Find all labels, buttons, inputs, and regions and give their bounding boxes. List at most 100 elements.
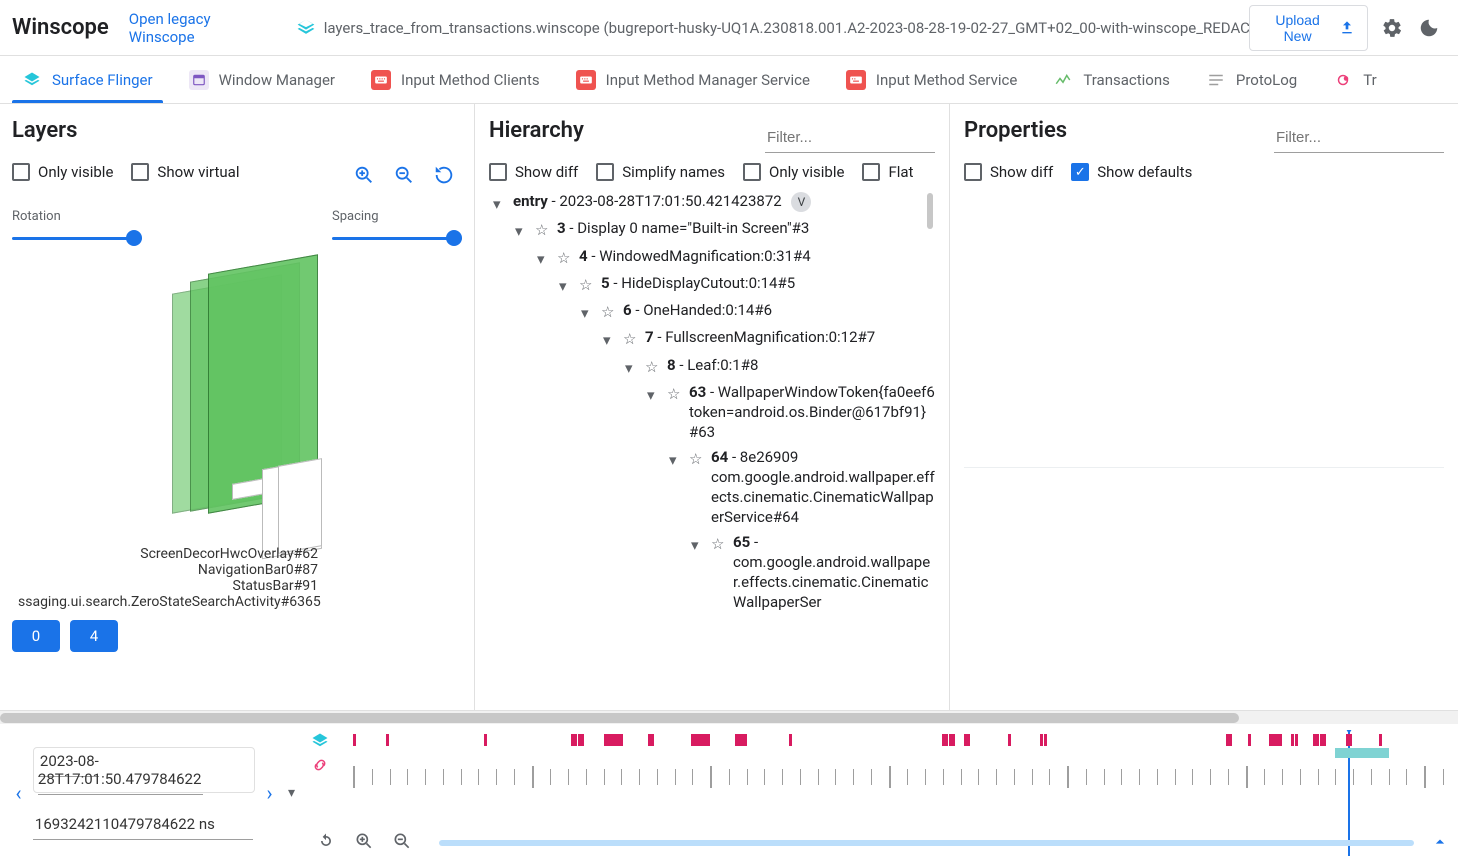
keyboard-icon <box>576 70 596 90</box>
expander-icon[interactable]: ▾ <box>691 535 705 555</box>
notes-icon <box>1206 70 1226 90</box>
window-icon <box>189 70 209 90</box>
tree-node[interactable]: ▾ ☆ 8 - Leaf:0:1#8 <box>625 355 935 378</box>
layer-overlay-labels: ScreenDecorHwcOverlay#62 NavigationBar0#… <box>18 546 318 610</box>
tree-node[interactable]: ▾ ☆ 3 - Display 0 name="Built-in Screen"… <box>515 218 935 241</box>
timestamp-ns-field[interactable]: 1693242110479784622 ns <box>33 809 253 840</box>
hierarchy-heading: Hierarchy <box>489 118 584 143</box>
only-visible-checkbox[interactable]: Only visible <box>12 163 113 181</box>
expander-icon[interactable]: ▾ <box>647 385 661 405</box>
dark-mode-icon[interactable] <box>1412 10 1446 46</box>
next-frame-button[interactable]: › <box>261 781 278 805</box>
star-icon[interactable]: ☆ <box>579 275 595 295</box>
upload-icon <box>1339 20 1355 36</box>
tab-window-manager[interactable]: Window Manager <box>171 56 353 103</box>
app-header: Winscope Open legacy Winscope layers_tra… <box>0 0 1458 56</box>
tab-protolog[interactable]: ProtoLog <box>1188 56 1315 103</box>
hierarchy-show-diff-checkbox[interactable]: Show diff <box>489 163 578 181</box>
timeline-panel: ‹ 2023-08-28T17:01:50.479784622 16932421… <box>0 724 1458 860</box>
settings-icon[interactable] <box>1374 10 1410 46</box>
zoom-in-icon[interactable] <box>349 826 379 856</box>
layers-3d-view[interactable]: ScreenDecorHwcOverlay#62 NavigationBar0#… <box>12 254 462 614</box>
hierarchy-filter-input[interactable] <box>765 123 935 153</box>
reset-icon[interactable] <box>426 157 462 193</box>
expand-timeline-icon[interactable] <box>1430 832 1450 852</box>
trace-filename: layers_trace_from_transactions.winscope … <box>324 19 1249 37</box>
star-icon[interactable]: ☆ <box>535 220 551 240</box>
timeline-icon <box>1053 70 1073 90</box>
animation-icon <box>1333 70 1353 90</box>
expander-icon[interactable]: ▾ <box>493 194 507 214</box>
star-icon[interactable]: ☆ <box>711 534 727 554</box>
trace-tabs: Surface Flinger Window Manager Input Met… <box>0 56 1458 104</box>
expander-icon[interactable]: ▾ <box>625 358 639 378</box>
properties-show-diff-checkbox[interactable]: Show diff <box>964 163 1053 181</box>
hierarchy-panel: Hierarchy Show diff Simplify names Only … <box>475 104 950 710</box>
tab-input-method-service[interactable]: Input Method Service <box>828 56 1035 103</box>
show-virtual-checkbox[interactable]: Show virtual <box>131 163 239 181</box>
timestamp-format-dropdown[interactable]: ▾ <box>284 785 299 801</box>
tree-node-entry[interactable]: ▾ entry - 2023-08-28T17:01:50.421423872 … <box>493 191 935 214</box>
refresh-icon[interactable] <box>311 826 341 856</box>
tree-node[interactable]: ▾ ☆ 65 - com.google.android.wallpaper.ef… <box>691 532 935 613</box>
star-icon[interactable]: ☆ <box>689 449 705 469</box>
expander-icon[interactable]: ▾ <box>669 450 683 470</box>
prev-frame-button[interactable]: ‹ <box>10 781 27 805</box>
zoom-out-icon[interactable] <box>387 826 417 856</box>
app-title: Winscope <box>12 15 109 40</box>
tab-transitions[interactable]: Tr <box>1315 56 1380 103</box>
show-defaults-checkbox[interactable]: Show defaults <box>1071 163 1192 181</box>
tab-input-method-manager-service[interactable]: Input Method Manager Service <box>558 56 828 103</box>
rotation-label: Rotation <box>12 209 142 224</box>
timeline-selection[interactable] <box>1335 748 1390 758</box>
display-chip-0[interactable]: 0 <box>12 620 60 652</box>
zoom-out-icon[interactable] <box>386 157 422 193</box>
horizontal-scrollbar[interactable] <box>0 710 1458 724</box>
properties-filter-input[interactable] <box>1274 123 1444 153</box>
hierarchy-tree: ▾ entry - 2023-08-28T17:01:50.421423872 … <box>489 187 935 653</box>
hierarchy-only-visible-checkbox[interactable]: Only visible <box>743 163 844 181</box>
star-icon[interactable]: ☆ <box>601 302 617 322</box>
star-icon[interactable]: ☆ <box>623 329 639 349</box>
zoom-in-icon[interactable] <box>346 157 382 193</box>
layers-icon <box>296 18 316 38</box>
tab-input-method-clients[interactable]: Input Method Clients <box>353 56 558 103</box>
properties-heading: Properties <box>964 118 1067 143</box>
open-legacy-link[interactable]: Open legacy Winscope <box>129 10 272 46</box>
flat-checkbox[interactable]: Flat <box>862 163 913 181</box>
visible-badge: V <box>791 192 811 212</box>
tree-node[interactable]: ▾ ☆ 7 - FullscreenMagnification:0:12#7 <box>603 327 935 350</box>
layers-panel: Layers Only visible Show virtual <box>0 104 475 710</box>
tab-surface-flinger[interactable]: Surface Flinger <box>4 56 171 103</box>
link-icon <box>311 756 329 774</box>
layers-icon <box>22 70 42 90</box>
layers-icon <box>311 732 329 750</box>
simplify-names-checkbox[interactable]: Simplify names <box>596 163 725 181</box>
star-icon[interactable]: ☆ <box>557 248 573 268</box>
tab-transactions[interactable]: Transactions <box>1035 56 1188 103</box>
trace-file-chip: layers_trace_from_transactions.winscope … <box>296 18 1249 38</box>
tree-node[interactable]: ▾ ☆ 64 - 8e26909 com.google.android.wall… <box>669 447 935 528</box>
display-chip-4[interactable]: 4 <box>70 620 118 652</box>
star-icon[interactable]: ☆ <box>667 384 683 404</box>
expander-icon[interactable]: ▾ <box>515 221 529 241</box>
expander-icon[interactable]: ▾ <box>581 303 595 323</box>
star-icon[interactable]: ☆ <box>645 357 661 377</box>
upload-new-button[interactable]: Upload New <box>1249 5 1368 51</box>
tree-node[interactable]: ▾ ☆ 5 - HideDisplayCutout:0:14#5 <box>559 273 935 296</box>
timeline-ticks <box>353 764 1444 790</box>
tree-node[interactable]: ▾ ☆ 6 - OneHanded:0:14#6 <box>581 300 935 323</box>
properties-panel: Properties Show diff Show defaults <box>950 104 1458 710</box>
timeline-track-area[interactable] <box>309 730 1454 856</box>
expander-icon[interactable]: ▾ <box>559 276 573 296</box>
expander-icon[interactable]: ▾ <box>603 330 617 350</box>
timestamp-human-field[interactable]: 2023-08-28T17:01:50.479784622 <box>38 746 203 795</box>
keyboard-icon <box>371 70 391 90</box>
layers-heading: Layers <box>12 118 77 143</box>
spacing-slider[interactable] <box>332 230 462 246</box>
timeline-zoom-slider[interactable] <box>439 840 1414 846</box>
tree-node[interactable]: ▾ ☆ 63 - WallpaperWindowToken{fa0eef6 to… <box>647 382 935 443</box>
expander-icon[interactable]: ▾ <box>537 249 551 269</box>
rotation-slider[interactable] <box>12 230 142 246</box>
tree-node[interactable]: ▾ ☆ 4 - WindowedMagnification:0:31#4 <box>537 246 935 269</box>
